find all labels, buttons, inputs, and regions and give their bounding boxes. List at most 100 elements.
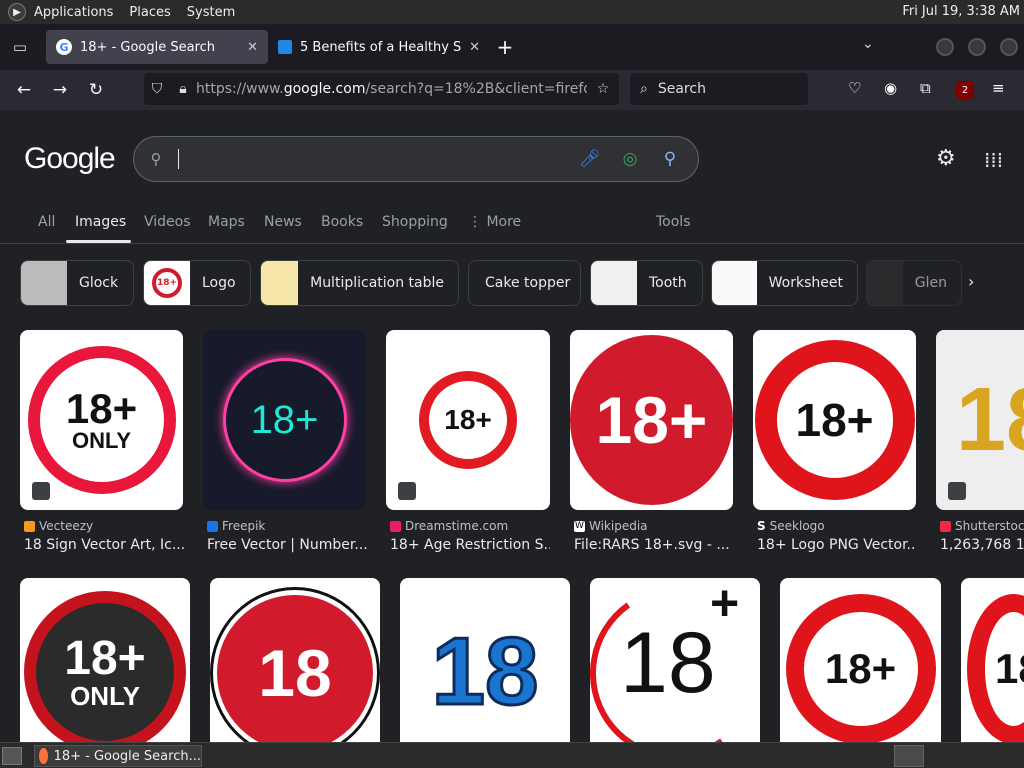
chevron-right-icon[interactable]: › — [968, 272, 974, 291]
chip-thumbnail — [591, 261, 637, 305]
lens-camera-icon[interactable]: ◎ — [610, 149, 650, 169]
result-image[interactable]: 18+ — [203, 330, 366, 510]
shutterstock-favicon-icon — [940, 520, 951, 532]
result-image[interactable]: 18 — [210, 578, 380, 742]
result-image[interactable]: 18 + — [590, 578, 760, 742]
places-menu[interactable]: Places — [129, 5, 170, 20]
chip-multiplication-table[interactable]: Multiplication table — [260, 260, 459, 306]
chip-label: Tooth — [649, 275, 687, 291]
result-source[interactable]: W Wikipedia — [574, 519, 648, 533]
settings-gear-icon[interactable]: ⚙ — [936, 146, 956, 171]
chip-thumbnail — [21, 261, 67, 305]
image-text: 18+ — [64, 632, 146, 685]
dreamstime-favicon-icon — [390, 520, 401, 532]
result-source[interactable]: S Seeklogo — [757, 519, 825, 533]
tab-all[interactable]: All — [38, 214, 55, 230]
result-image[interactable]: 18+ ONLY — [20, 578, 190, 742]
clock[interactable]: Fri Jul 19, 3:38 AM — [902, 4, 1020, 19]
workspace-switcher[interactable] — [894, 745, 924, 767]
pocket-icon[interactable]: ♡ — [848, 79, 861, 97]
result-source[interactable]: Shutterstock — [940, 519, 1024, 533]
chip-thumbnail: 18+ — [144, 261, 190, 305]
bookmark-star-icon[interactable]: ☆ — [587, 81, 619, 97]
result-caption[interactable]: 18+ Logo PNG Vector... — [757, 537, 917, 553]
browser-search-box[interactable]: ⌕ Search — [630, 73, 808, 105]
ublock-icon[interactable]: 2 — [956, 81, 974, 99]
site-favicon-icon — [278, 40, 292, 54]
lock-icon[interactable]: 🔒︎ — [170, 81, 196, 97]
reload-icon[interactable]: ↻ — [78, 72, 114, 108]
chip-worksheet[interactable]: Worksheet — [711, 260, 858, 306]
chevron-down-icon[interactable]: ⌄ — [862, 36, 874, 52]
result-image[interactable]: 18+ — [570, 330, 733, 510]
chip-label: Cake topper — [485, 275, 571, 291]
source-name: Dreamstime.com — [405, 519, 509, 533]
url-bar[interactable]: ⛉ 🔒︎ https://www.google.com/search?q=18%… — [144, 73, 619, 105]
google-search-input[interactable] — [179, 149, 570, 169]
close-window-button[interactable] — [1000, 38, 1018, 56]
result-caption[interactable]: Free Vector | Number... — [207, 537, 367, 553]
show-desktop-icon[interactable] — [2, 747, 22, 765]
shield-icon[interactable]: ⛉ — [144, 81, 170, 97]
image-text: 18 — [258, 636, 332, 710]
result-image[interactable]: 18+ — [780, 578, 941, 742]
back-arrow-icon[interactable]: ← — [6, 72, 42, 108]
applications-menu[interactable]: Applications — [34, 5, 113, 20]
menu-hamburger-icon[interactable]: ≡ — [992, 79, 1005, 97]
tab-news[interactable]: News — [264, 214, 302, 230]
close-tab-icon[interactable]: ✕ — [469, 40, 480, 55]
forward-arrow-icon[interactable]: → — [42, 72, 78, 108]
search-submit-icon[interactable]: ⚲ — [650, 149, 690, 169]
result-source[interactable]: Vecteezy — [24, 519, 93, 533]
more-label: More — [486, 214, 522, 230]
tab-books[interactable]: Books — [321, 214, 363, 230]
google-apps-icon[interactable]: ⁞⁞⁞ — [984, 148, 1003, 172]
taskbar-firefox-window[interactable]: 18+ - Google Search... — [34, 745, 202, 767]
tab-benefits[interactable]: 5 Benefits of a Healthy Sex L ✕ — [268, 30, 490, 64]
mint-logo-icon[interactable]: ▶ — [8, 3, 26, 21]
chip-cake-topper[interactable]: Cake topper — [468, 260, 581, 306]
result-caption[interactable]: 18+ Age Restriction S... — [390, 537, 550, 553]
tools-button[interactable]: Tools — [656, 214, 691, 230]
new-tab-icon[interactable]: + — [490, 35, 520, 59]
chip-glock[interactable]: Glock — [20, 260, 134, 306]
search-placeholder: Search — [657, 81, 706, 97]
tab-more[interactable]: ⋮ More — [468, 214, 521, 230]
source-name: Freepik — [222, 519, 266, 533]
google-favicon-icon: G — [56, 39, 72, 55]
url-text[interactable]: https://www.google.com/search?q=18%2B&cl… — [196, 81, 587, 97]
image-text: 18+ — [65, 385, 138, 432]
result-caption[interactable]: File:RARS 18+.svg - ... — [574, 537, 734, 553]
close-tab-icon[interactable]: ✕ — [247, 40, 258, 55]
search-icon: ⌕ — [640, 81, 648, 97]
chip-logo[interactable]: 18+ Logo — [143, 260, 251, 306]
tab-title: 18+ - Google Search — [80, 39, 216, 55]
search-icon: ⚲ — [150, 150, 162, 168]
microphone-icon[interactable]: 🎤︎ — [570, 149, 610, 169]
account-icon[interactable]: ◉ — [884, 79, 897, 97]
tab-google-search[interactable]: G 18+ - Google Search ✕ — [46, 30, 268, 64]
tab-list-icon[interactable]: ▭ — [0, 24, 40, 70]
chip-tooth[interactable]: Tooth — [590, 260, 703, 306]
result-image[interactable]: 18 — [400, 578, 570, 742]
image-text: 18+ — [824, 645, 897, 692]
chip-thumbnail — [867, 261, 903, 305]
result-image[interactable]: 18+ — [753, 330, 916, 510]
result-caption[interactable]: 1,263,768 18 — [940, 537, 1024, 553]
minimize-window-button[interactable] — [936, 38, 954, 56]
tab-images[interactable]: Images — [75, 214, 126, 230]
extensions-icon[interactable]: ⧉ — [920, 79, 931, 97]
system-menu[interactable]: System — [187, 5, 235, 20]
result-source[interactable]: Freepik — [207, 519, 265, 533]
google-logo[interactable]: Google — [24, 142, 116, 176]
result-source[interactable]: Dreamstime.com — [390, 519, 508, 533]
tab-videos[interactable]: Videos — [144, 214, 191, 230]
source-name: Shutterstock — [955, 519, 1024, 533]
result-image[interactable]: 18 — [961, 578, 1024, 742]
chip-glen[interactable]: Glen — [866, 260, 962, 306]
result-caption[interactable]: 18 Sign Vector Art, Ic... — [24, 537, 184, 553]
maximize-window-button[interactable] — [968, 38, 986, 56]
tab-maps[interactable]: Maps — [208, 214, 245, 230]
google-search-box[interactable]: ⚲ 🎤︎ ◎ ⚲ — [133, 136, 699, 182]
tab-shopping[interactable]: Shopping — [382, 214, 448, 230]
